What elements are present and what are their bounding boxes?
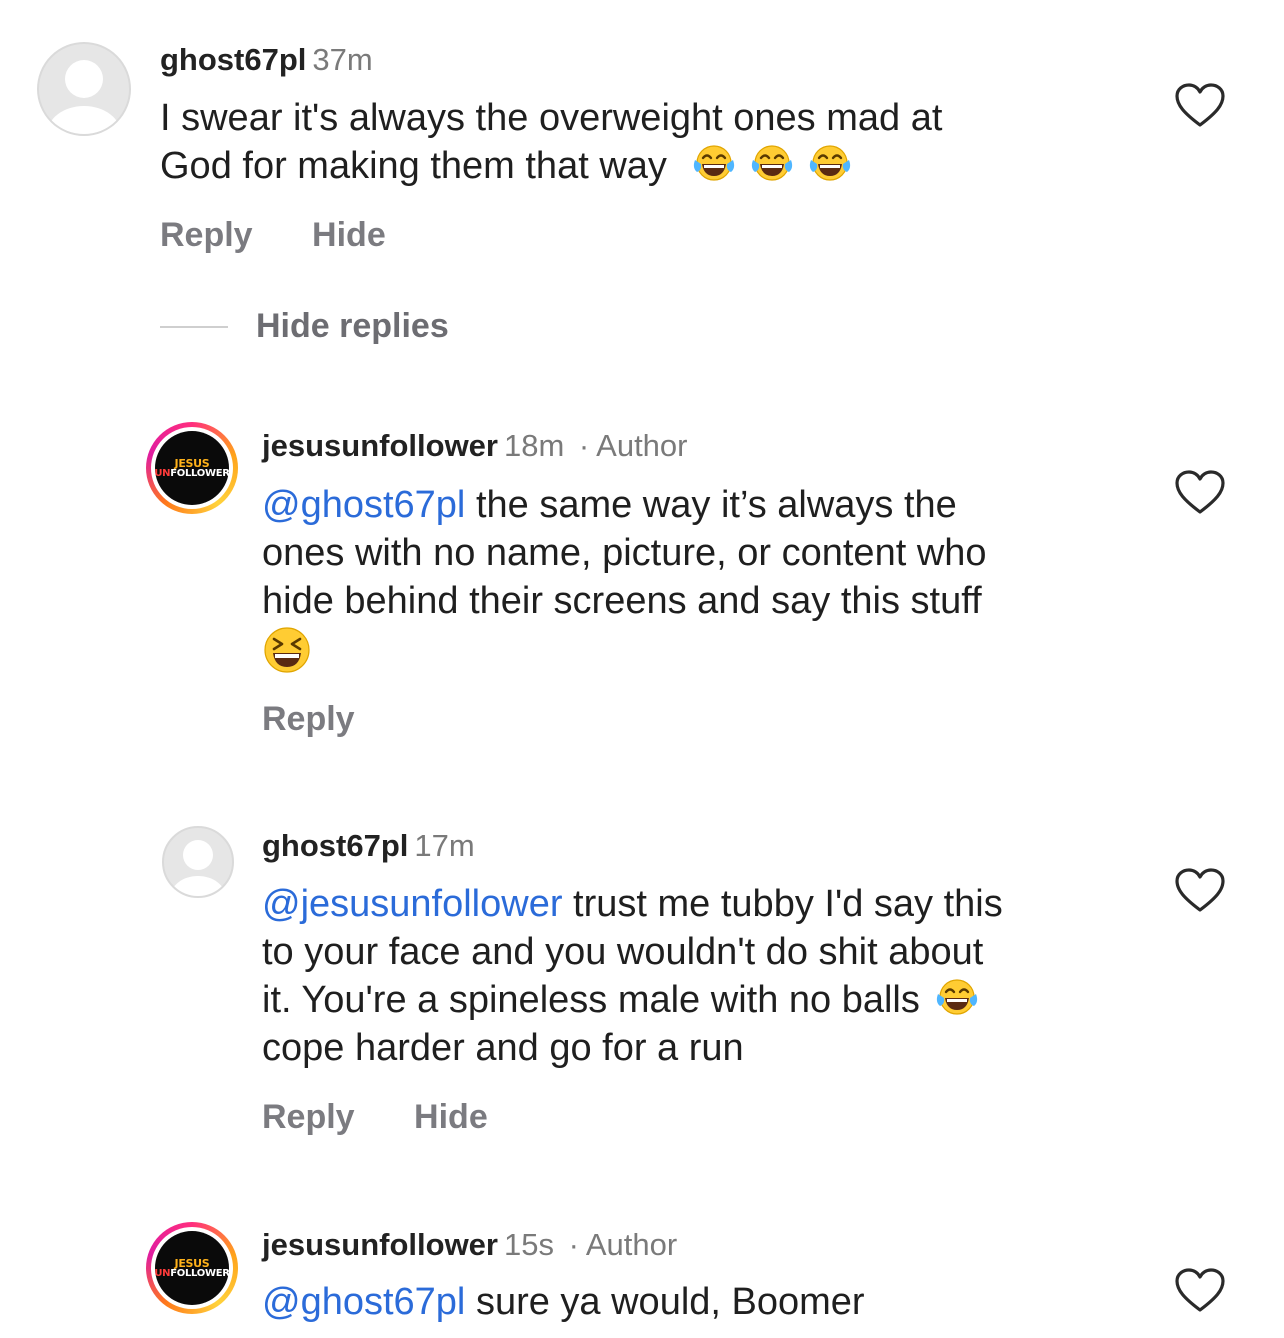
comment-line: @ghost67pl sure ya would, Boomer — [262, 1278, 865, 1326]
comment-line-text: trust me tubby I'd say this — [562, 883, 1003, 925]
comment-line: ones with no name, picture, or content w… — [262, 532, 987, 574]
reply-button[interactable]: Reply — [262, 700, 355, 739]
comment-line-text: it. You're a spineless male with no ball… — [262, 979, 920, 1021]
comment-line-text: sure ya would, Boomer — [465, 1281, 865, 1323]
tears-of-joy-emoji-icon — [749, 142, 795, 184]
hide-button[interactable]: Hide — [414, 1098, 488, 1137]
avatar-jesusunfollower[interactable]: JESUS UNFOLLOWER — [146, 422, 238, 514]
mention-link[interactable]: @ghost67pl — [262, 484, 465, 526]
heart-outline-icon[interactable] — [1174, 470, 1226, 516]
tears-of-joy-emoji-icon — [691, 142, 737, 184]
timestamp: 18m — [503, 428, 565, 463]
avatar-body-shape — [170, 876, 226, 896]
comment-line-emoji — [262, 625, 987, 679]
comment-line: I swear it's always the overweight ones … — [160, 97, 943, 139]
avatar-body-shape — [47, 106, 121, 134]
comment-text: @ghost67pl sure ya would, Boomer — [262, 1278, 865, 1326]
timestamp: 15s — [503, 1227, 554, 1262]
hide-button[interactable]: Hide — [312, 216, 386, 255]
comment-line: @ghost67pl the same way it’s always the — [262, 481, 987, 529]
reply-button[interactable]: Reply — [262, 1098, 355, 1137]
comment-line: cope harder and go for a run — [262, 1027, 744, 1069]
comment-line: hide behind their screens and say this s… — [262, 580, 982, 622]
brand-logo: JESUS UNFOLLOWER — [154, 1231, 230, 1305]
author-tag: · Author — [578, 428, 688, 463]
heart-outline-icon[interactable] — [1174, 1268, 1226, 1314]
avatar-head-shape — [183, 840, 213, 870]
brand-logo-rest: FOLLOWER — [170, 467, 230, 479]
timestamp: 37m — [312, 42, 373, 77]
comment-line-with-emoji: it. You're a spineless male with no ball… — [262, 976, 1003, 1024]
heart-outline-icon[interactable] — [1174, 868, 1226, 914]
brand-logo-line2: UNFOLLOWER — [154, 1267, 230, 1279]
comment-line-text: the same way it’s always the — [465, 484, 957, 526]
avatar-default[interactable] — [162, 826, 234, 898]
comment-actions: Reply Hide — [262, 1098, 488, 1137]
comment-line: to your face and you wouldn't do shit ab… — [262, 931, 984, 973]
username[interactable]: jesusunfollower — [262, 428, 498, 463]
comment-meta: jesusunfollower 15s · Author — [262, 1227, 677, 1263]
mention-link[interactable]: @jesusunfollower — [262, 883, 563, 925]
comment-text: @ghost67pl the same way it’s always the … — [262, 481, 987, 679]
avatar-ring: JESUS UNFOLLOWER — [151, 427, 233, 509]
comment-actions: Reply Hide — [160, 216, 386, 255]
comment-actions: Reply — [262, 700, 355, 739]
reply-button[interactable]: Reply — [160, 216, 253, 255]
comment-line-with-emoji: God for making them that way — [160, 142, 942, 190]
timestamp: 17m — [414, 828, 475, 863]
brand-logo: JESUS UNFOLLOWER — [154, 431, 230, 505]
comment-line: @jesusunfollower trust me tubby I'd say … — [262, 880, 1003, 928]
comment-meta: ghost67pl 37m — [160, 42, 373, 78]
tears-of-joy-emoji-icon — [807, 142, 853, 184]
brand-logo-prefix: UN — [154, 1267, 171, 1279]
brand-logo-prefix: UN — [154, 467, 171, 479]
comment-text: @jesusunfollower trust me tubby I'd say … — [262, 880, 1003, 1072]
comment-meta: jesusunfollower 18m · Author — [262, 428, 687, 464]
heart-outline-icon[interactable] — [1174, 83, 1226, 129]
username[interactable]: ghost67pl — [262, 828, 408, 863]
avatar-jesusunfollower[interactable]: JESUS UNFOLLOWER — [146, 1222, 238, 1314]
avatar-ring: JESUS UNFOLLOWER — [151, 1227, 233, 1309]
brand-logo-rest: FOLLOWER — [170, 1267, 230, 1279]
comment-line: God for making them that way — [160, 145, 667, 187]
hide-replies-button[interactable]: Hide replies — [256, 307, 449, 346]
grinning-squinting-emoji-icon — [262, 625, 312, 675]
tears-of-joy-emoji-icon — [934, 976, 980, 1018]
username[interactable]: ghost67pl — [160, 42, 306, 77]
username[interactable]: jesusunfollower — [262, 1227, 498, 1262]
thread-line-divider — [160, 326, 228, 328]
avatar-default[interactable] — [37, 42, 131, 136]
author-tag: · Author — [568, 1227, 678, 1262]
comment-meta: ghost67pl 17m — [262, 828, 475, 864]
comment-text: I swear it's always the overweight ones … — [160, 94, 942, 190]
brand-logo-line2: UNFOLLOWER — [154, 467, 230, 479]
mention-link[interactable]: @ghost67pl — [262, 1281, 465, 1323]
avatar-head-shape — [65, 60, 103, 98]
